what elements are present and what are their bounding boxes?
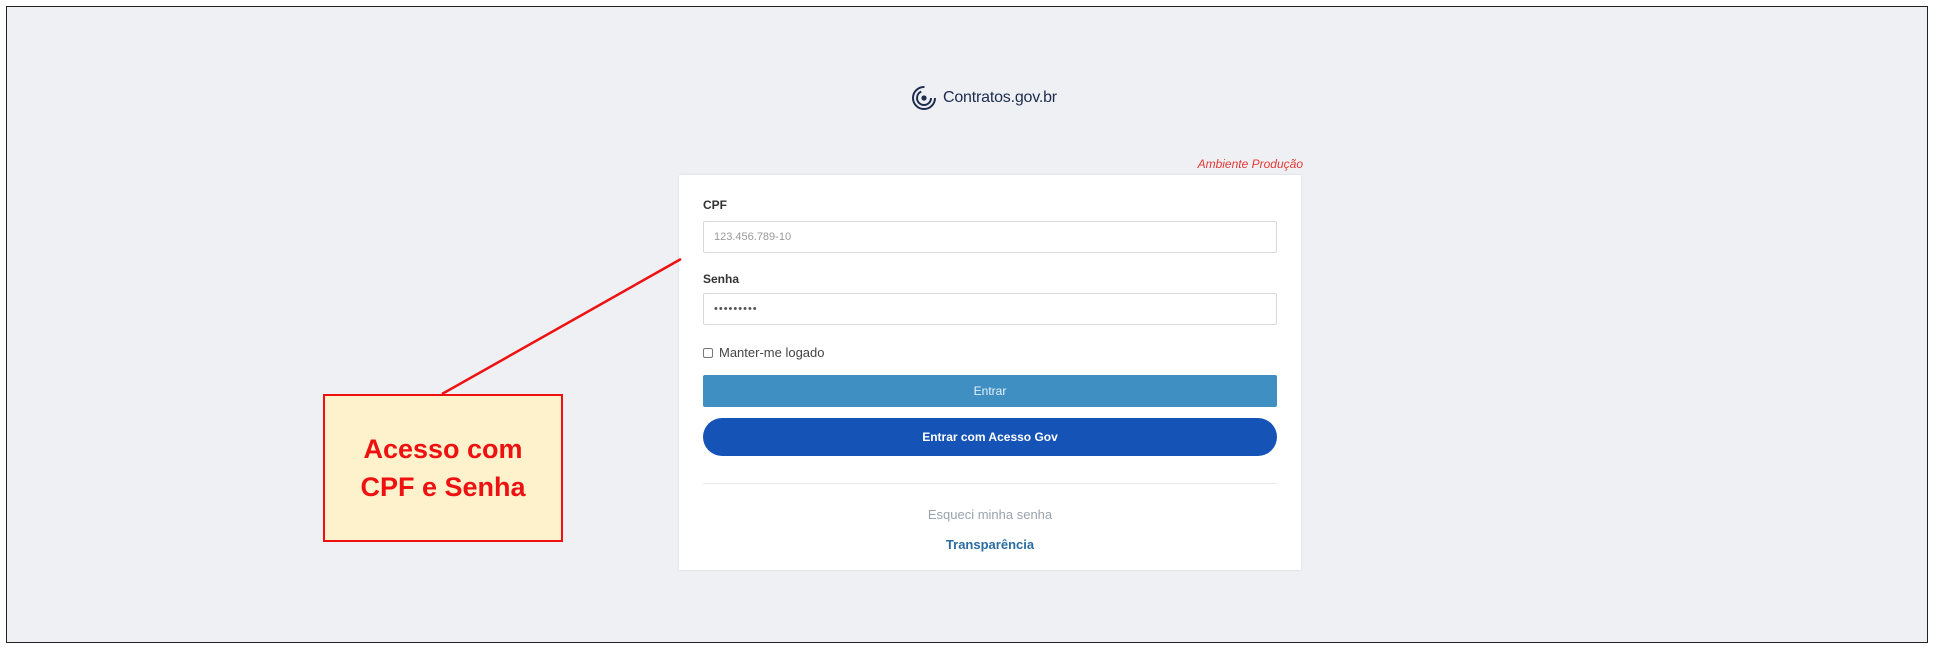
annotation-line-1: Acesso com [363, 434, 523, 464]
annotation-leader-line [441, 257, 682, 396]
annotation-callout: Acesso com CPF e Senha [323, 394, 563, 542]
annotation-line-2: CPF e Senha [360, 472, 526, 502]
